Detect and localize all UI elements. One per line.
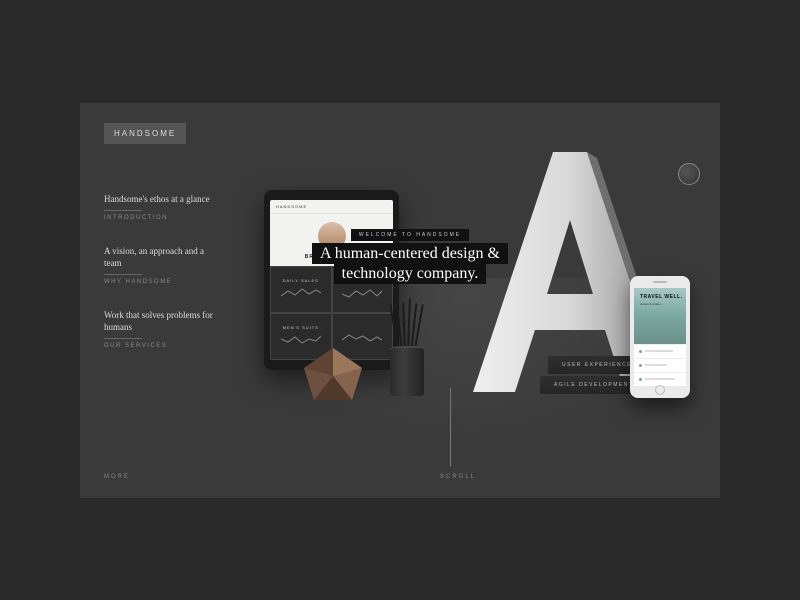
tile-label: MEN'S SUITS bbox=[283, 325, 319, 330]
hero-copy: WELCOME TO HANDSOME A human-centered des… bbox=[275, 223, 545, 284]
hero-headline: A human-centered design & technology com… bbox=[312, 243, 508, 284]
nav-circle-button[interactable] bbox=[678, 163, 700, 185]
sidebar-item-title: A vision, an approach and a team bbox=[104, 245, 219, 269]
phone-hero-image: TRAVEL WELL. stories & guides bbox=[634, 288, 686, 344]
sidebar-item-why[interactable]: A vision, an approach and a team WHY HAN… bbox=[104, 245, 219, 285]
sidebar-item-sub: WHY HANDSOME bbox=[104, 279, 219, 285]
phone-list bbox=[634, 344, 686, 386]
sidebar-nav: Handsome's ethos at a glance INTRODUCTIO… bbox=[104, 193, 219, 374]
sidebar-item-title: Handsome's ethos at a glance bbox=[104, 193, 219, 205]
more-link[interactable]: MORE bbox=[104, 474, 130, 480]
scroll-indicator-line bbox=[450, 388, 451, 466]
polyhedron-prop bbox=[300, 346, 366, 406]
divider bbox=[104, 274, 142, 275]
phone-screen: TRAVEL WELL. stories & guides bbox=[634, 288, 686, 386]
divider bbox=[104, 338, 142, 339]
sidebar-item-introduction[interactable]: Handsome's ethos at a glance INTRODUCTIO… bbox=[104, 193, 219, 221]
phone-title: TRAVEL WELL. bbox=[640, 294, 682, 300]
phone-subtitle: stories & guides bbox=[640, 302, 661, 306]
tablet-header: HANDSOME bbox=[270, 200, 393, 214]
sidebar-item-sub: OUR SERVICES bbox=[104, 343, 219, 349]
sidebar-item-services[interactable]: Work that solves problems for humans OUR… bbox=[104, 309, 219, 349]
sidebar-item-sub: INTRODUCTION bbox=[104, 215, 219, 221]
sidebar-item-title: Work that solves problems for humans bbox=[104, 309, 219, 333]
divider bbox=[104, 210, 142, 211]
hero-stage: HANDSOME Handsome's ethos at a glance IN… bbox=[80, 103, 720, 498]
scroll-label[interactable]: SCROLL bbox=[440, 474, 476, 480]
book-spine-label: USER EXPERIENCE bbox=[562, 362, 632, 368]
pencil-cup-prop bbox=[386, 308, 428, 396]
hero-eyebrow: WELCOME TO HANDSOME bbox=[351, 229, 469, 241]
phone-mockup: TRAVEL WELL. stories & guides bbox=[630, 276, 690, 398]
brand-logo[interactable]: HANDSOME bbox=[104, 123, 186, 144]
hero-scene: HANDSOME BRANDON WEST DAILY SALES MEN'S … bbox=[230, 158, 710, 438]
book-spine-label: AGILE DEVELOPMENT bbox=[554, 382, 633, 388]
